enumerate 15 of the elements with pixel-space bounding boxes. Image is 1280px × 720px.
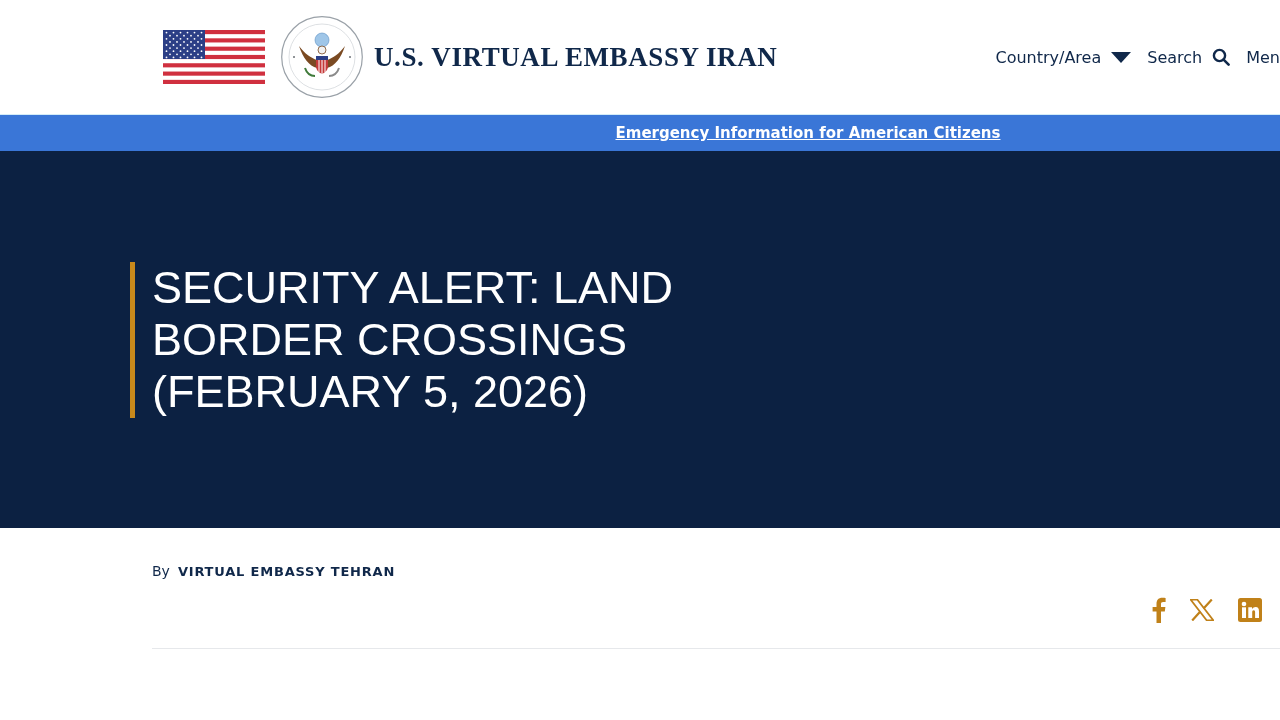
search-icon	[1212, 48, 1231, 66]
byline-prefix: By	[152, 563, 170, 579]
eagle-seal-icon	[281, 16, 363, 98]
menu-link[interactable]: Men	[1246, 47, 1280, 67]
site-title[interactable]: U.S. VIRTUAL EMBASSY IRAN	[374, 41, 778, 73]
facebook-icon[interactable]	[1152, 597, 1166, 623]
search-link[interactable]: Search	[1147, 47, 1231, 67]
page-title: SECURITY ALERT: LAND BORDER CROSSINGS (FEBRUARY 5, 2026)	[151, 261, 674, 418]
flag-icon	[163, 30, 265, 84]
linkedin-icon[interactable]	[1238, 598, 1262, 622]
x-logo-icon[interactable]	[1190, 599, 1214, 621]
byline-author: VIRTUAL EMBASSY TEHRAN	[177, 564, 396, 579]
emergency-info-link[interactable]: Emergency Information for American Citizens	[615, 124, 1001, 142]
caret-icon	[1111, 51, 1132, 63]
country-dropdown[interactable]: Country/Area	[995, 47, 1132, 67]
